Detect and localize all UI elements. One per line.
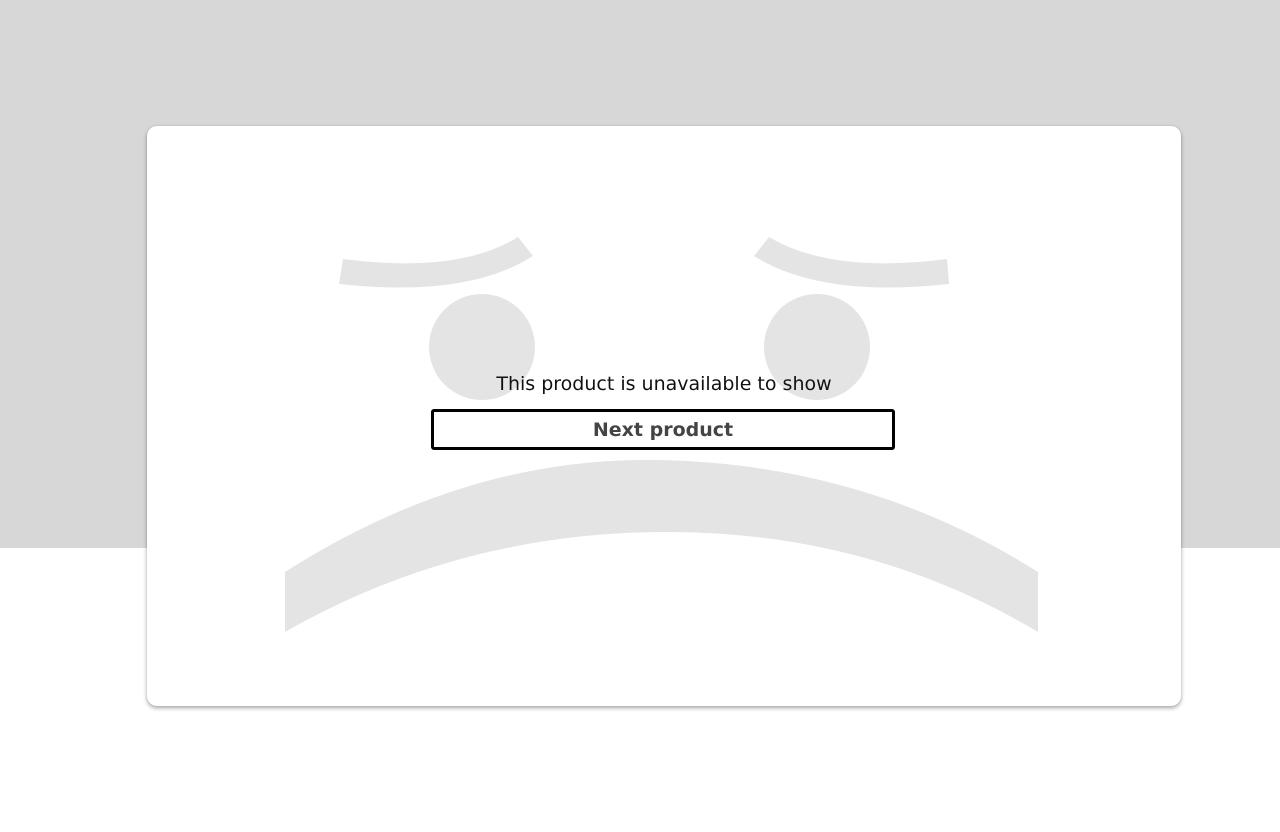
unavailable-message: This product is unavailable to show bbox=[496, 373, 832, 395]
next-product-button[interactable]: Next product bbox=[431, 409, 895, 450]
right-eyebrow bbox=[754, 237, 949, 288]
left-eyebrow bbox=[339, 237, 533, 288]
unavailable-product-card: This product is unavailable to show Next… bbox=[147, 126, 1181, 706]
frown-mouth bbox=[285, 459, 1038, 632]
